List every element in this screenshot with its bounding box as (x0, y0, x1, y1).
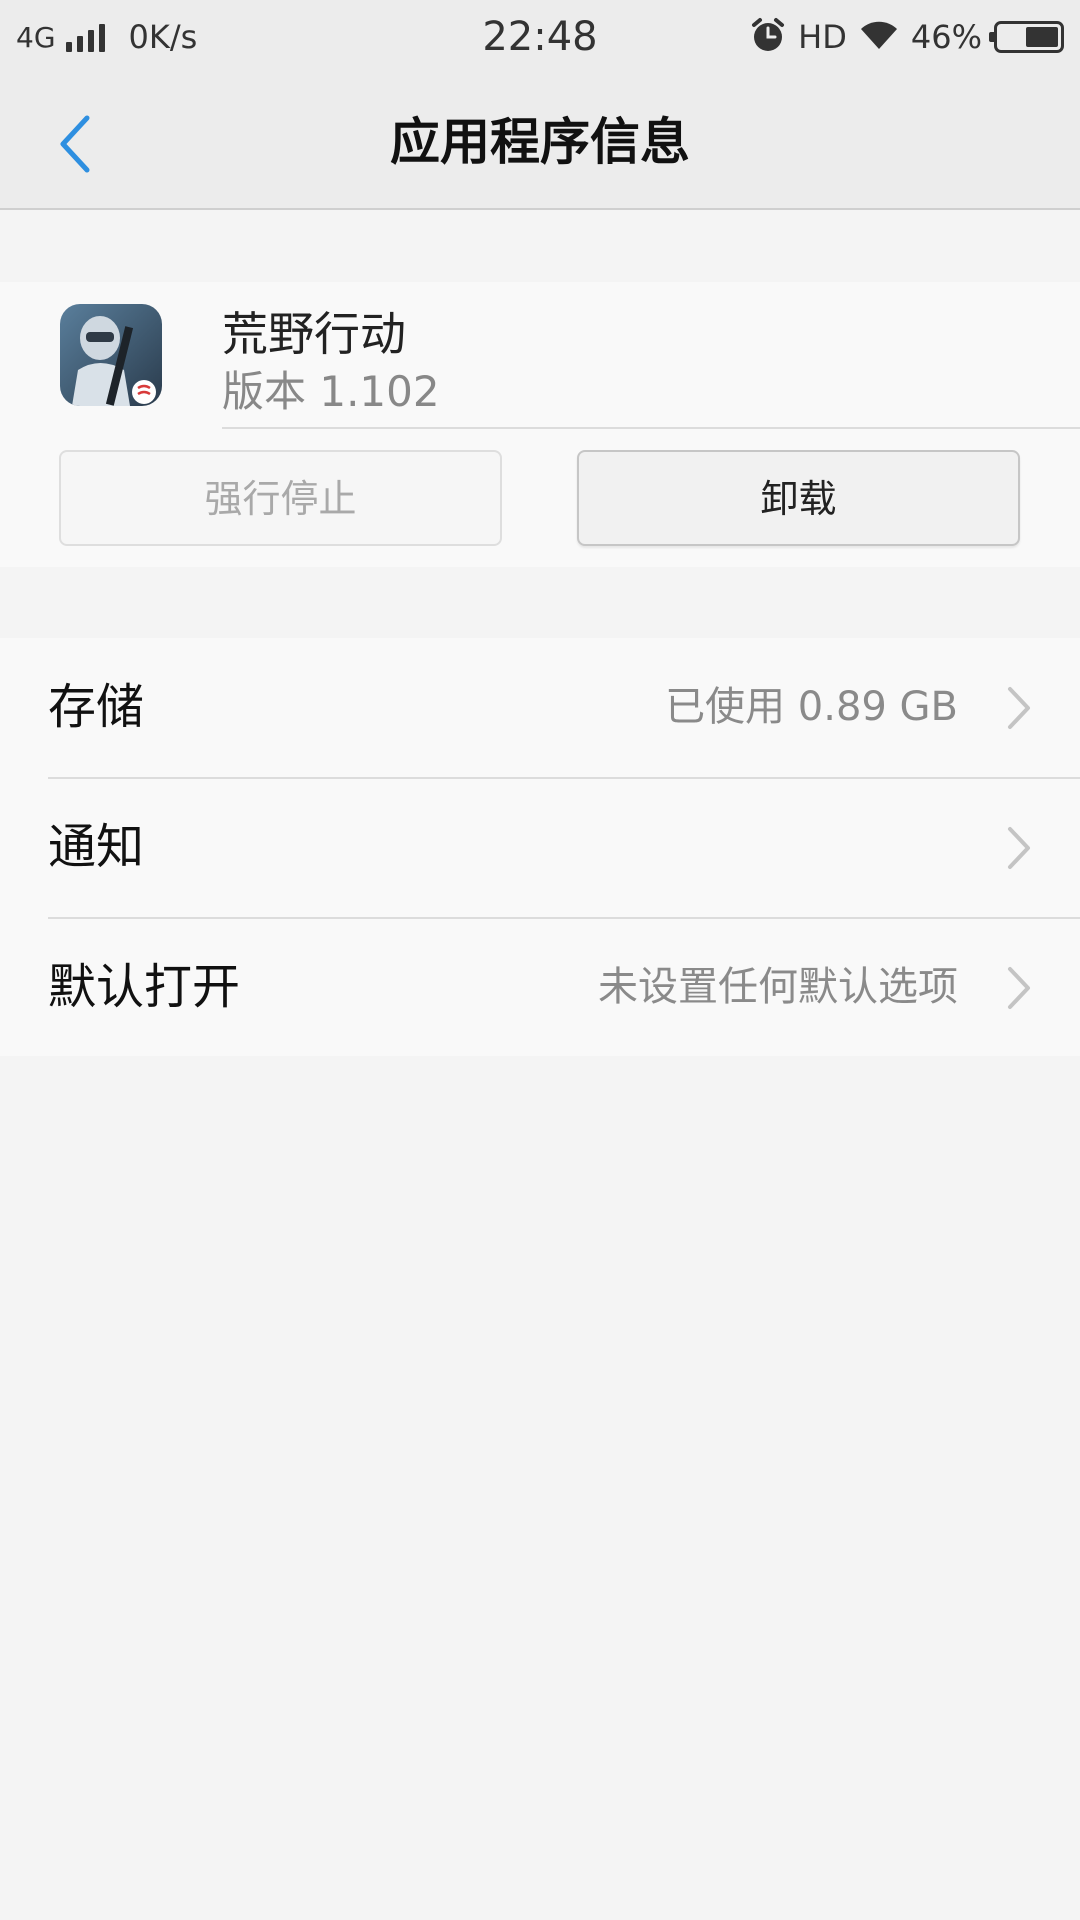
alarm-icon (750, 17, 786, 57)
storage-row[interactable]: 存储 已使用 0.89 GB (0, 638, 1080, 777)
status-bar-right: HD 46% (750, 0, 1064, 74)
chevron-right-icon (1008, 687, 1030, 729)
force-stop-button[interactable]: 强行停止 (59, 450, 502, 546)
status-bar: 4G 0K/s 22:48 HD 46% (0, 0, 1080, 74)
wifi-icon (859, 19, 899, 55)
battery-percentage: 46% (910, 18, 982, 56)
app-name: 荒野行动 (222, 307, 406, 361)
game-character-icon (60, 304, 162, 406)
battery-icon (989, 21, 1064, 53)
row-label: 默认打开 (48, 959, 241, 1015)
page-title: 应用程序信息 (390, 113, 690, 171)
divider (222, 427, 1080, 429)
app-header: 应用程序信息 (0, 74, 1080, 210)
hd-indicator: HD (798, 18, 847, 56)
notifications-row[interactable]: 通知 (0, 778, 1080, 917)
app-version: 版本 1.102 (222, 367, 440, 416)
row-value: 未设置任何默认选项 (598, 964, 958, 1010)
app-info-card: 荒野行动 版本 1.102 强行停止 卸载 (0, 282, 1080, 567)
chevron-right-icon (1008, 827, 1030, 869)
row-label: 存储 (48, 679, 145, 735)
row-label: 通知 (48, 819, 145, 875)
row-value: 已使用 0.89 GB (665, 684, 958, 730)
open-by-default-row[interactable]: 默认打开 未设置任何默认选项 (0, 918, 1080, 1057)
uninstall-button[interactable]: 卸载 (577, 450, 1020, 546)
chevron-right-icon (1008, 967, 1030, 1009)
settings-list: 存储 已使用 0.89 GB 通知 默认打开 未设置任何默认选项 (0, 638, 1080, 1056)
